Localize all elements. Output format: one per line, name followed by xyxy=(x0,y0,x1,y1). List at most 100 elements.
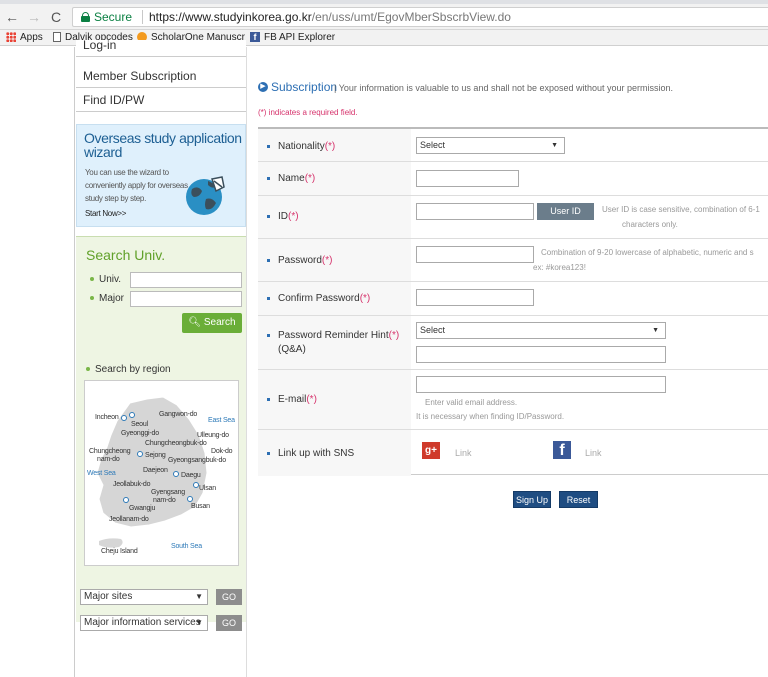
map-pin-icon[interactable] xyxy=(137,451,143,457)
dropdown-arrow-icon: ▼ xyxy=(195,592,203,601)
facebook-icon[interactable]: f xyxy=(553,441,571,459)
univ-input[interactable] xyxy=(130,272,242,288)
circle-arrow-icon: ▶ xyxy=(258,82,268,92)
back-arrow-icon[interactable]: ← xyxy=(4,9,20,25)
dropdown-arrow-icon: ▼ xyxy=(195,618,203,627)
row-password-hint: Password Reminder Hint(*) (Q&A) Select ▼ xyxy=(258,316,768,370)
password-hint-select[interactable]: Select ▼ xyxy=(416,322,666,339)
map-pin-icon[interactable] xyxy=(121,415,127,421)
map-ulsan[interactable]: Ulsan xyxy=(199,485,216,492)
password-label: Password(*) xyxy=(267,255,332,266)
id-hint-1: User ID is case sensitive, combination o… xyxy=(602,205,760,214)
row-id: ID(*) User ID Check User ID is case sens… xyxy=(258,196,768,239)
map-pin-icon[interactable] xyxy=(187,496,193,502)
map-seoul[interactable]: Seoul xyxy=(131,421,148,428)
map-chungbuk[interactable]: Chungcheongbuk-do xyxy=(145,440,207,447)
map-gyeongnam-1[interactable]: Gyengsang xyxy=(151,489,185,496)
url-divider xyxy=(142,10,143,24)
google-plus-icon[interactable]: g+ xyxy=(422,442,440,459)
menu-login[interactable]: Log-in xyxy=(76,39,246,57)
url-field[interactable]: Secure https://www.studyinkorea.go.kr/en… xyxy=(72,7,768,27)
apps-icon xyxy=(6,32,16,43)
wizard-title: Overseas study application wizard xyxy=(84,130,242,160)
map-sejong[interactable]: Sejong xyxy=(145,452,166,459)
url-text: https://www.studyinkorea.go.kr/en/uss/um… xyxy=(149,10,511,24)
user-id-check-button[interactable]: User ID Check xyxy=(537,203,594,233)
map-jeju[interactable]: Cheju Island xyxy=(101,548,138,555)
map-chungnam-2[interactable]: nam-do xyxy=(97,456,120,463)
password-hint-1: Combination of 9-20 lowercase of alphabe… xyxy=(541,248,754,257)
column-divider xyxy=(246,47,247,677)
password-input[interactable] xyxy=(416,246,534,263)
map-gyeongbuk[interactable]: Gyeongsangbuk-do xyxy=(168,457,226,464)
confirm-password-input[interactable] xyxy=(416,289,534,306)
major-info-select[interactable]: Major information services ▼ xyxy=(80,615,208,631)
major-info-go-button[interactable]: GO xyxy=(216,615,242,631)
map-pin-icon[interactable] xyxy=(173,471,179,477)
lock-icon xyxy=(81,12,90,22)
required-note: (*) indicates a required field. xyxy=(258,108,358,117)
wizard-banner[interactable]: Overseas study application wizard You ca… xyxy=(76,124,246,227)
major-input[interactable] xyxy=(130,291,242,307)
map-incheon[interactable]: Incheon xyxy=(95,414,119,421)
facebook-link[interactable]: Link xyxy=(585,448,602,458)
map-jeonnam[interactable]: Jeollanam-do xyxy=(109,516,149,523)
map-gangwon[interactable]: Gangwon-do xyxy=(159,411,197,418)
page-description: | Your information is valuable to us and… xyxy=(334,83,674,93)
nationality-label: Nationality(*) xyxy=(267,141,335,152)
row-nationality: Nationality(*) Select ▼ xyxy=(258,129,768,162)
name-input[interactable] xyxy=(416,170,519,187)
address-bar: ← → C Secure https://www.studyinkorea.go… xyxy=(0,4,768,30)
map-gyeongnam-2[interactable]: nam-do xyxy=(153,497,176,504)
email-input[interactable] xyxy=(416,376,666,393)
facebook-icon: f xyxy=(250,32,260,43)
search-icon: 🔍︎ xyxy=(188,317,204,328)
bookmark-apps[interactable]: Apps xyxy=(6,31,43,45)
sns-label: Link up with SNS xyxy=(267,448,354,459)
row-password: Password(*) Combination of 9-20 lowercas… xyxy=(258,239,768,282)
row-sns: Link up with SNS g+ Link f Link xyxy=(258,430,768,476)
id-label: ID(*) xyxy=(267,211,299,222)
secure-label: Secure xyxy=(94,10,133,24)
subscription-form: Nationality(*) Select ▼ Name(*) ID(*) Use… xyxy=(258,127,768,476)
major-sites-select[interactable]: Major sites ▼ xyxy=(80,589,208,605)
password-hint-label: Password Reminder Hint(*) xyxy=(267,330,399,341)
map-gyeonggi[interactable]: Gyeonggi-do xyxy=(121,430,159,437)
reload-icon[interactable]: C xyxy=(48,9,64,25)
menu-find-id-pw[interactable]: Find ID/PW xyxy=(76,88,246,112)
bookmark-fb-api[interactable]: f FB API Explorer xyxy=(250,31,335,45)
menu-member-subscription[interactable]: Member Subscription xyxy=(76,64,246,88)
forward-arrow-icon[interactable]: → xyxy=(26,9,42,25)
map-daegu[interactable]: Daegu xyxy=(181,472,201,479)
search-univ-title: Search Univ. xyxy=(86,247,166,263)
wizard-start-link[interactable]: Start Now>> xyxy=(85,209,126,218)
page-title: Subscription xyxy=(271,80,338,94)
password-hint-answer-input[interactable] xyxy=(416,346,666,363)
dropdown-arrow-icon: ▼ xyxy=(551,142,558,149)
major-label: Major xyxy=(90,293,124,304)
map-pin-icon[interactable] xyxy=(129,412,135,418)
map-jeonbuk[interactable]: Jeollabuk-do xyxy=(113,481,150,488)
search-button[interactable]: 🔍︎ Search xyxy=(182,313,242,333)
row-name: Name(*) xyxy=(258,162,768,196)
map-gwangju[interactable]: Gwangju xyxy=(129,505,155,512)
map-pin-icon[interactable] xyxy=(123,497,129,503)
map-dokdo[interactable]: Dok-do xyxy=(211,448,233,455)
map-busan[interactable]: Busan xyxy=(191,503,210,510)
reset-button[interactable]: Reset xyxy=(559,491,598,508)
id-input[interactable] xyxy=(416,203,534,220)
page-icon xyxy=(53,32,61,43)
map-ulleung[interactable]: Ulleung-do xyxy=(197,432,229,439)
sign-up-button[interactable]: Sign Up xyxy=(513,491,551,508)
left-border xyxy=(74,47,75,677)
major-sites-go-button[interactable]: GO xyxy=(216,589,242,605)
page: Log-in Member Subscription Find ID/PW Ov… xyxy=(0,39,768,677)
map-daejeon[interactable]: Daejeon xyxy=(143,467,168,474)
korea-region-map[interactable]: Incheon Seoul Gangwon-do East Sea Gyeong… xyxy=(84,380,239,566)
confirm-password-label: Confirm Password(*) xyxy=(267,293,370,304)
map-west-sea: West Sea xyxy=(87,470,116,477)
nationality-select[interactable]: Select ▼ xyxy=(416,137,565,154)
row-email: E-mail(*) Enter valid email address. It … xyxy=(258,370,768,430)
map-chungnam-1[interactable]: Chungcheong xyxy=(89,448,131,455)
google-plus-link[interactable]: Link xyxy=(455,448,472,458)
